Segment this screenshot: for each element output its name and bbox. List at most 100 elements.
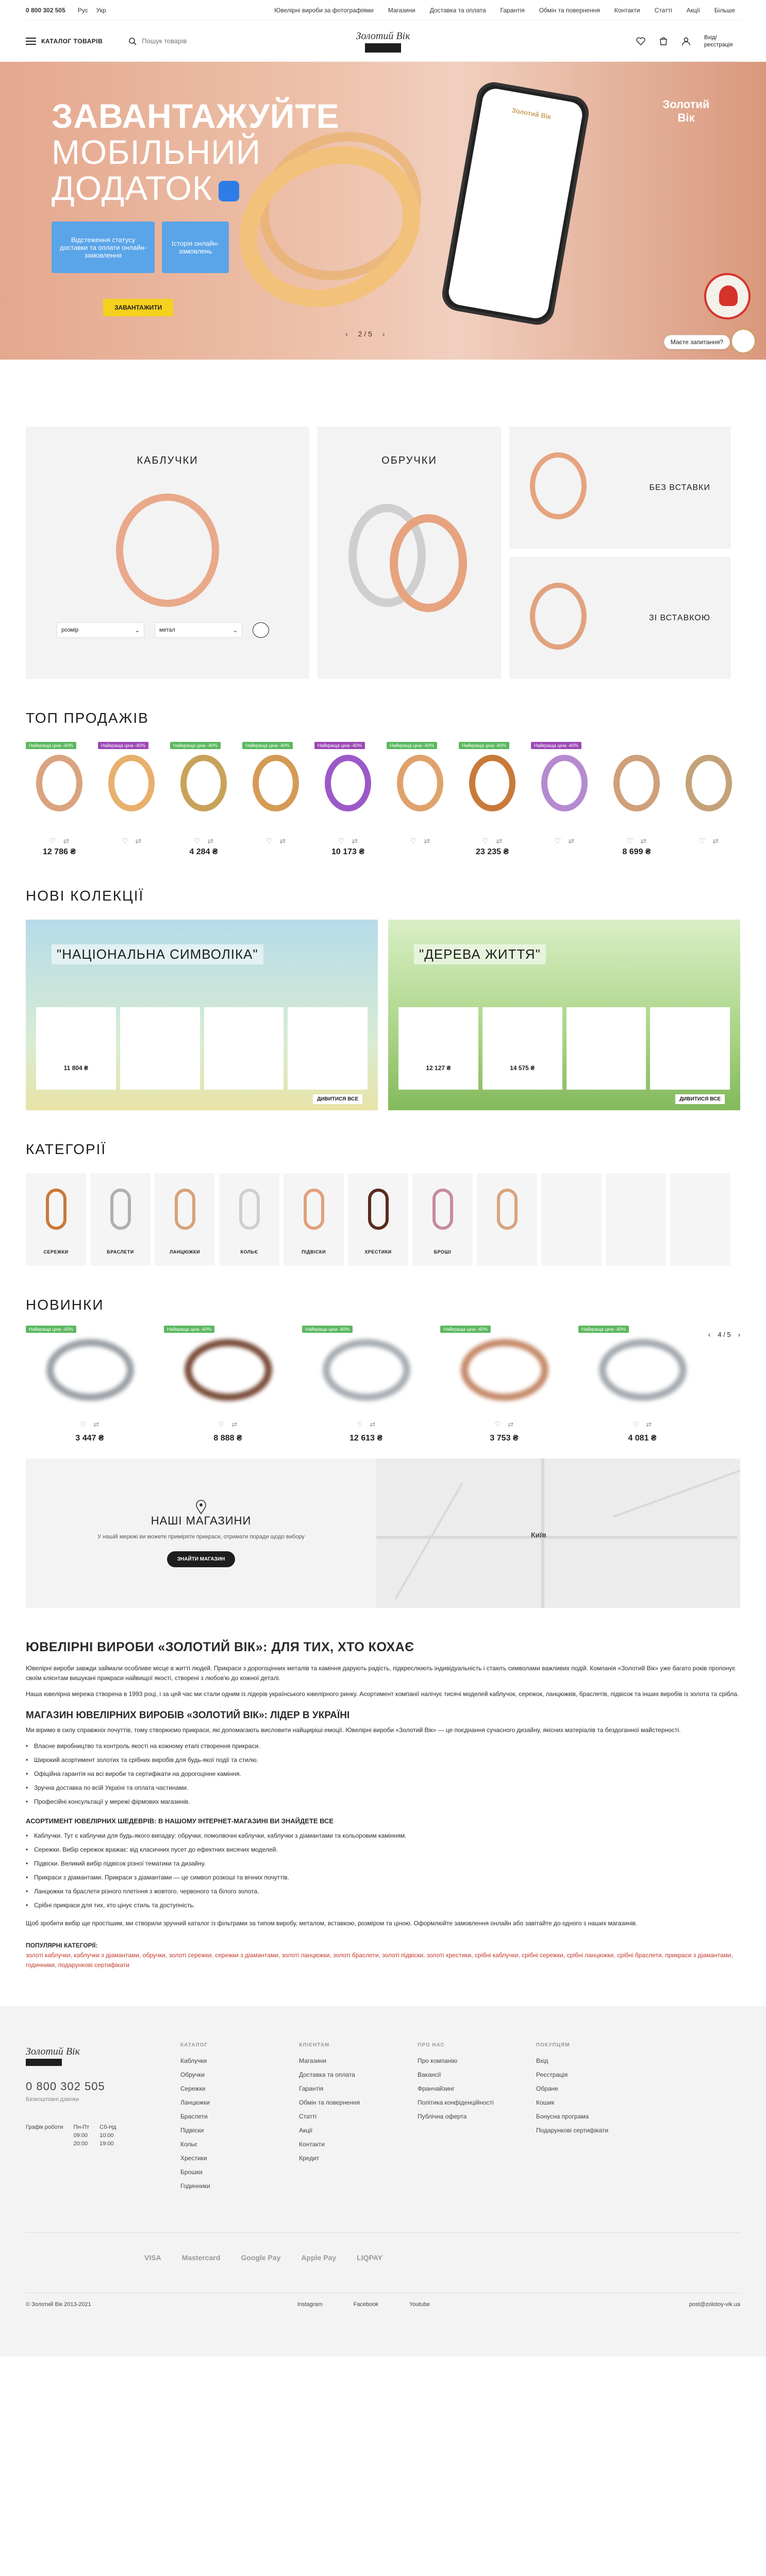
compare-icon[interactable]: ⇄ bbox=[352, 837, 358, 845]
collection-product[interactable] bbox=[288, 1007, 368, 1090]
lang-ua[interactable]: Укр bbox=[96, 7, 106, 14]
product-image[interactable]: Найкраща ціна -40% bbox=[459, 742, 526, 824]
product-image[interactable]: Найкраща ціна -40% bbox=[98, 742, 165, 824]
view-all-link[interactable]: ДИВИТИСЯ ВСЕ bbox=[313, 1094, 362, 1104]
instagram-link[interactable]: Instagram bbox=[297, 2301, 323, 2308]
footer-link[interactable]: Про компанію bbox=[418, 2057, 536, 2064]
collection-card[interactable]: "НАЦІОНАЛЬНА СИМВОЛІКА" 11 804 ₴ ДИВИТИС… bbox=[26, 920, 378, 1110]
footer-link[interactable]: Бонусна програма bbox=[536, 2113, 655, 2120]
top-nav-item[interactable]: Доставка та оплата bbox=[430, 7, 486, 14]
category-card[interactable]: СЕРЕЖКИ bbox=[26, 1173, 86, 1266]
top-nav-item[interactable]: Обмін та повернення bbox=[539, 7, 600, 14]
compare-icon[interactable]: ⇄ bbox=[424, 837, 430, 845]
compare-icon[interactable]: ⇄ bbox=[63, 837, 69, 845]
collection-product[interactable]: 14 575 ₴ bbox=[482, 1007, 562, 1090]
heart-icon[interactable] bbox=[636, 37, 645, 45]
product-image[interactable]: Найкраща ціна -40% bbox=[314, 742, 381, 824]
compare-icon[interactable]: ⇄ bbox=[496, 837, 502, 845]
stores-map[interactable]: Київ bbox=[376, 1459, 740, 1608]
product-image[interactable]: Найкраща ціна -40% bbox=[531, 742, 598, 824]
heart-icon[interactable]: ♡ bbox=[495, 1420, 501, 1429]
footer-link[interactable]: Вакансії bbox=[418, 2071, 536, 2078]
next-arrow-icon[interactable]: › bbox=[738, 1331, 740, 1338]
collection-product[interactable]: 12 127 ₴ bbox=[398, 1007, 478, 1090]
footer-link[interactable]: Вхід bbox=[536, 2057, 655, 2064]
prev-arrow-icon[interactable]: ‹ bbox=[708, 1331, 710, 1338]
heart-icon[interactable]: ♡ bbox=[194, 837, 201, 845]
chat-icon[interactable] bbox=[731, 329, 756, 353]
go-button[interactable] bbox=[253, 622, 269, 638]
tile-rings[interactable]: КАБЛУЧКИ розмір ⌄ метал ⌄ bbox=[26, 427, 309, 679]
popular-categories-links[interactable]: золоті каблучки, каблучки з діамантами, … bbox=[26, 1951, 740, 1970]
footer-link[interactable]: Реєстрація bbox=[536, 2071, 655, 2078]
site-logo[interactable]: Золотий Вік bbox=[349, 26, 417, 57]
product-card[interactable]: Найкраща ціна -40% ♡ ⇄ 4 081 ₴ bbox=[578, 1326, 706, 1443]
tile-wedding-rings[interactable]: ОБРУЧКИ bbox=[318, 427, 501, 679]
footer-logo[interactable]: Золотий Вік bbox=[26, 2042, 93, 2068]
category-card[interactable]: ПІДВІСКИ bbox=[284, 1173, 344, 1266]
chat-bubble[interactable]: Маєте запитання? bbox=[663, 335, 730, 349]
heart-icon[interactable]: ♡ bbox=[266, 837, 273, 845]
footer-link[interactable]: Кольє bbox=[180, 2141, 299, 2148]
footer-link[interactable]: Доставка та оплата bbox=[299, 2071, 418, 2078]
product-card[interactable]: Найкраща ціна -40% ♡ ⇄ 3 753 ₴ bbox=[440, 1326, 568, 1443]
compare-icon[interactable]: ⇄ bbox=[646, 1420, 652, 1429]
collection-product[interactable]: 11 804 ₴ bbox=[36, 1007, 116, 1090]
top-nav-item[interactable]: Ювелірні вироби за фотографіями bbox=[274, 7, 374, 14]
heart-icon[interactable]: ♡ bbox=[633, 1420, 639, 1429]
hero-banner[interactable]: ЗАВАНТАЖУЙТЕ МОБІЛЬНИЙ ДОДАТОК Відстежен… bbox=[0, 62, 766, 360]
footer-link[interactable]: Годинники bbox=[180, 2182, 299, 2190]
product-card[interactable]: ♡ ⇄ bbox=[675, 742, 742, 857]
category-card[interactable]: КОЛЬЄ bbox=[219, 1173, 279, 1266]
heart-icon[interactable]: ♡ bbox=[219, 1420, 225, 1429]
footer-link[interactable]: Ланцюжки bbox=[180, 2099, 299, 2106]
lang-ru[interactable]: Рус bbox=[78, 7, 88, 14]
product-image[interactable] bbox=[440, 1329, 568, 1411]
download-button[interactable]: ЗАВАНТАЖИТИ bbox=[103, 299, 174, 316]
compare-icon[interactable]: ⇄ bbox=[93, 1420, 99, 1429]
top-nav-more[interactable]: Більше bbox=[714, 7, 735, 14]
category-card[interactable] bbox=[606, 1173, 666, 1266]
footer-link[interactable]: Обране bbox=[536, 2085, 655, 2092]
footer-link[interactable]: Акції bbox=[299, 2127, 418, 2134]
footer-link[interactable]: Брошки bbox=[180, 2168, 299, 2176]
heart-icon[interactable]: ♡ bbox=[80, 1420, 87, 1429]
heart-icon[interactable]: ♡ bbox=[482, 837, 489, 845]
top-nav-item[interactable]: Гарантія bbox=[501, 7, 525, 14]
catalog-button[interactable]: КАТАЛОГ ТОВАРІВ bbox=[26, 37, 103, 45]
collection-product[interactable] bbox=[120, 1007, 200, 1090]
footer-link[interactable]: Гарантія bbox=[299, 2085, 418, 2092]
heart-icon[interactable]: ♡ bbox=[627, 837, 634, 845]
metal-select[interactable]: метал ⌄ bbox=[155, 622, 242, 638]
compare-icon[interactable]: ⇄ bbox=[508, 1420, 513, 1429]
product-card[interactable]: Найкраща ціна -40% ♡ ⇄ bbox=[387, 742, 454, 857]
footer-link[interactable]: Обручки bbox=[180, 2071, 299, 2078]
tile-no-stones[interactable]: БЕЗ ВСТАВКИ bbox=[509, 427, 731, 549]
collection-product[interactable] bbox=[566, 1007, 646, 1090]
footer-link[interactable]: Публічна оферта bbox=[418, 2113, 536, 2120]
product-image[interactable] bbox=[578, 1329, 706, 1411]
product-card[interactable]: Найкраща ціна -40% ♡ ⇄ 8 888 ₴ bbox=[164, 1326, 292, 1443]
heart-icon[interactable]: ♡ bbox=[410, 837, 417, 845]
product-card[interactable]: Найкраща ціна -40% ♡ ⇄ bbox=[242, 742, 309, 857]
compare-icon[interactable]: ⇄ bbox=[135, 837, 141, 845]
product-card[interactable]: Найкраща ціна -40% ♡ ⇄ 3 447 ₴ bbox=[26, 1326, 154, 1443]
footer-link[interactable]: Хрестики bbox=[180, 2155, 299, 2162]
product-image[interactable] bbox=[26, 1329, 154, 1411]
category-card[interactable] bbox=[541, 1173, 602, 1266]
category-card[interactable]: БРОШІ bbox=[412, 1173, 473, 1266]
find-store-button[interactable]: ЗНАЙТИ МАГАЗИН bbox=[166, 1551, 236, 1567]
category-card[interactable] bbox=[670, 1173, 730, 1266]
footer-phone[interactable]: 0 800 302 505 bbox=[26, 2080, 180, 2093]
product-card[interactable]: Найкраща ціна -40% ♡ ⇄ 12 786 ₴ bbox=[26, 742, 93, 857]
product-card[interactable]: Найкраща ціна -40% ♡ ⇄ 12 613 ₴ bbox=[302, 1326, 430, 1443]
product-card[interactable]: Найкраща ціна -40% ♡ ⇄ 4 284 ₴ bbox=[170, 742, 237, 857]
heart-icon[interactable]: ♡ bbox=[49, 837, 56, 845]
size-select[interactable]: розмір ⌄ bbox=[57, 622, 144, 638]
footer-link[interactable]: Кошик bbox=[536, 2099, 655, 2106]
footer-link[interactable]: Статті bbox=[299, 2113, 418, 2120]
category-card[interactable]: ХРЕСТИКИ bbox=[348, 1173, 408, 1266]
product-image[interactable] bbox=[302, 1329, 430, 1411]
collection-product[interactable] bbox=[204, 1007, 284, 1090]
search-icon[interactable] bbox=[128, 37, 137, 45]
